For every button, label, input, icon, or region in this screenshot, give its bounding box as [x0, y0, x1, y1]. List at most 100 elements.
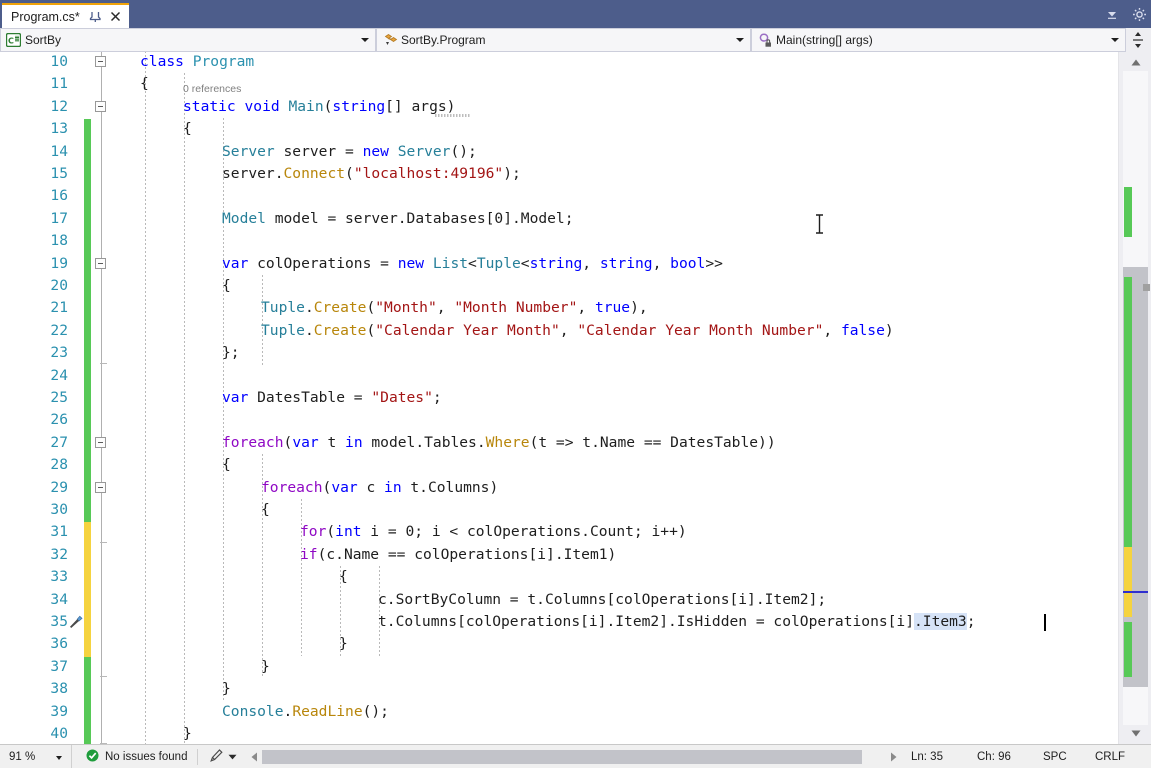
code-token: };	[222, 344, 240, 361]
code-token: new	[363, 143, 389, 160]
code-token: ;	[967, 613, 976, 630]
chevron-down-icon[interactable]	[56, 756, 62, 760]
code-line[interactable]: 15server.Connect("localhost:49196");	[0, 163, 1151, 185]
code-line[interactable]: 36}	[0, 633, 1151, 655]
code-line[interactable]: 27foreach(var t in model.Tables.Where(t …	[0, 432, 1151, 454]
code-editor[interactable]: 0 references10class Program11{12static v…	[0, 52, 1151, 744]
feedback-brush-button[interactable]	[198, 748, 247, 766]
code-line[interactable]: 39Console.ReadLine();	[0, 701, 1151, 723]
code-line[interactable]: 34c.SortByColumn = t.Columns[colOperatio…	[0, 589, 1151, 611]
chevron-down-icon[interactable]	[228, 751, 237, 763]
code-line-text[interactable]: {	[222, 454, 231, 476]
code-line-text[interactable]: Server server = new Server();	[222, 141, 477, 163]
split-window-icon[interactable]	[1126, 28, 1150, 52]
code-line[interactable]: 20{	[0, 275, 1151, 297]
navbar-type-dropdown[interactable]: SortBy.Program	[376, 28, 751, 52]
horizontal-scrollbar-track[interactable]	[262, 750, 862, 764]
code-line[interactable]: 12static void Main(string[] args)	[0, 96, 1151, 118]
code-line-text[interactable]: {	[222, 275, 231, 297]
zoom-level-selector[interactable]: 91 %	[0, 745, 72, 768]
code-line-text[interactable]: var colOperations = new List<Tuple<strin…	[222, 253, 723, 275]
code-line-text[interactable]: }	[222, 678, 231, 700]
code-line[interactable]: 16	[0, 185, 1151, 207]
chevron-down-icon[interactable]	[361, 38, 369, 42]
code-line[interactable]: 31for(int i = 0; i < colOperations.Count…	[0, 521, 1151, 543]
code-token: t.	[378, 613, 396, 630]
pin-icon[interactable]	[89, 10, 102, 23]
code-line[interactable]: 38}	[0, 678, 1151, 700]
code-line-text[interactable]: {	[261, 499, 270, 521]
code-token: Program	[193, 53, 255, 70]
code-line-text[interactable]: for(int i = 0; i < colOperations.Count; …	[300, 521, 687, 543]
line-number: 29	[0, 477, 68, 499]
code-line-text[interactable]: Tuple.Create("Calendar Year Month", "Cal…	[261, 320, 894, 342]
line-number: 17	[0, 208, 68, 230]
chevron-down-icon[interactable]	[1111, 38, 1119, 42]
code-line[interactable]: 33{	[0, 566, 1151, 588]
code-line[interactable]: 26	[0, 409, 1151, 431]
code-line[interactable]: 21Tuple.Create("Month", "Month Number", …	[0, 297, 1151, 319]
code-line[interactable]: 18	[0, 230, 1151, 252]
chevron-down-icon[interactable]	[1104, 6, 1120, 22]
navbar-project-dropdown[interactable]: C SortBy	[0, 28, 376, 52]
code-line-text[interactable]: server.Connect("localhost:49196");	[222, 163, 521, 185]
code-line[interactable]: 32if(c.Name == colOperations[i].Item1)	[0, 544, 1151, 566]
close-icon[interactable]	[109, 10, 122, 23]
horizontal-scrollbar[interactable]	[247, 749, 867, 764]
code-line[interactable]: 22Tuple.Create("Calendar Year Month", "C…	[0, 320, 1151, 342]
code-line[interactable]: 19var colOperations = new List<Tuple<str…	[0, 253, 1151, 275]
code-line-text[interactable]: {	[140, 73, 149, 95]
code-line-text[interactable]: c.SortByColumn = t.Columns[colOperations…	[378, 589, 826, 611]
horizontal-scrollbar-thumb[interactable]	[262, 750, 862, 764]
code-line-text[interactable]: Console.ReadLine();	[222, 701, 389, 723]
issues-indicator[interactable]: No issues found	[72, 749, 197, 765]
code-line[interactable]: 35t.Columns[colOperations[i].Item2].IsHi…	[0, 611, 1151, 633]
code-line-text[interactable]: }	[183, 723, 192, 744]
code-line-text[interactable]: };	[222, 342, 240, 364]
map-marker-caret-position	[1123, 591, 1148, 593]
chevron-down-icon[interactable]	[736, 38, 744, 42]
code-line-text[interactable]: }	[339, 633, 348, 655]
code-line[interactable]: 10class Program	[0, 52, 1151, 73]
line-number: 26	[0, 409, 68, 431]
scroll-down-arrow[interactable]	[1119, 725, 1151, 742]
code-line-text[interactable]: if(c.Name == colOperations[i].Item1)	[300, 544, 616, 566]
code-line[interactable]: 25 var DatesTable = "Dates";	[0, 387, 1151, 409]
code-line[interactable]: 24	[0, 365, 1151, 387]
code-line-text[interactable]: var DatesTable = "Dates";	[222, 387, 442, 409]
code-line[interactable]: 29 foreach(var c in t.Columns)	[0, 477, 1151, 499]
code-line[interactable]: 13{	[0, 118, 1151, 140]
code-token: "localhost:49196"	[354, 165, 503, 182]
code-line-text[interactable]: Model model = server.Databases[0].Model;	[222, 208, 574, 230]
code-line-text[interactable]: {	[183, 118, 192, 140]
code-line-text[interactable]: foreach(var t in model.Tables.Where(t =>…	[222, 432, 776, 454]
scroll-up-arrow[interactable]	[1119, 54, 1151, 71]
code-line-text[interactable]: Tuple.Create("Month", "Month Number", tr…	[261, 297, 648, 319]
code-surface[interactable]: 0 references10class Program11{12static v…	[0, 52, 1151, 744]
gear-icon[interactable]	[1131, 6, 1147, 22]
code-line-text[interactable]: {	[339, 566, 348, 588]
vertical-scrollbar[interactable]	[1118, 52, 1151, 744]
code-line[interactable]: 23};	[0, 342, 1151, 364]
code-line-text[interactable]: class Program	[140, 52, 254, 73]
navbar-type-label: SortBy.Program	[401, 33, 485, 47]
code-line-text[interactable]: }	[261, 656, 270, 678]
document-tab-program-cs[interactable]: Program.cs*	[2, 3, 129, 28]
code-token: ,	[582, 255, 600, 272]
code-line[interactable]: 28{	[0, 454, 1151, 476]
line-number: 25	[0, 387, 68, 409]
scroll-left-arrow[interactable]	[247, 749, 262, 764]
code-token: Columns	[396, 613, 458, 630]
scroll-right-arrow[interactable]	[875, 752, 911, 762]
code-line[interactable]: 11{	[0, 73, 1151, 95]
code-line[interactable]: 40}	[0, 723, 1151, 744]
code-line[interactable]: 30{	[0, 499, 1151, 521]
code-line-text[interactable]: static void Main(string[] args)	[183, 96, 455, 118]
code-token: i =	[362, 523, 406, 540]
code-line-text[interactable]: t.Columns[colOperations[i].Item2].IsHidd…	[378, 611, 976, 633]
code-line[interactable]: 37}	[0, 656, 1151, 678]
code-line[interactable]: 17 Model model = server.Databases[0].Mode…	[0, 208, 1151, 230]
code-line[interactable]: 14Server server = new Server();	[0, 141, 1151, 163]
code-line-text[interactable]: foreach(var c in t.Columns)	[261, 477, 498, 499]
navbar-member-dropdown[interactable]: Main(string[] args)	[751, 28, 1126, 52]
